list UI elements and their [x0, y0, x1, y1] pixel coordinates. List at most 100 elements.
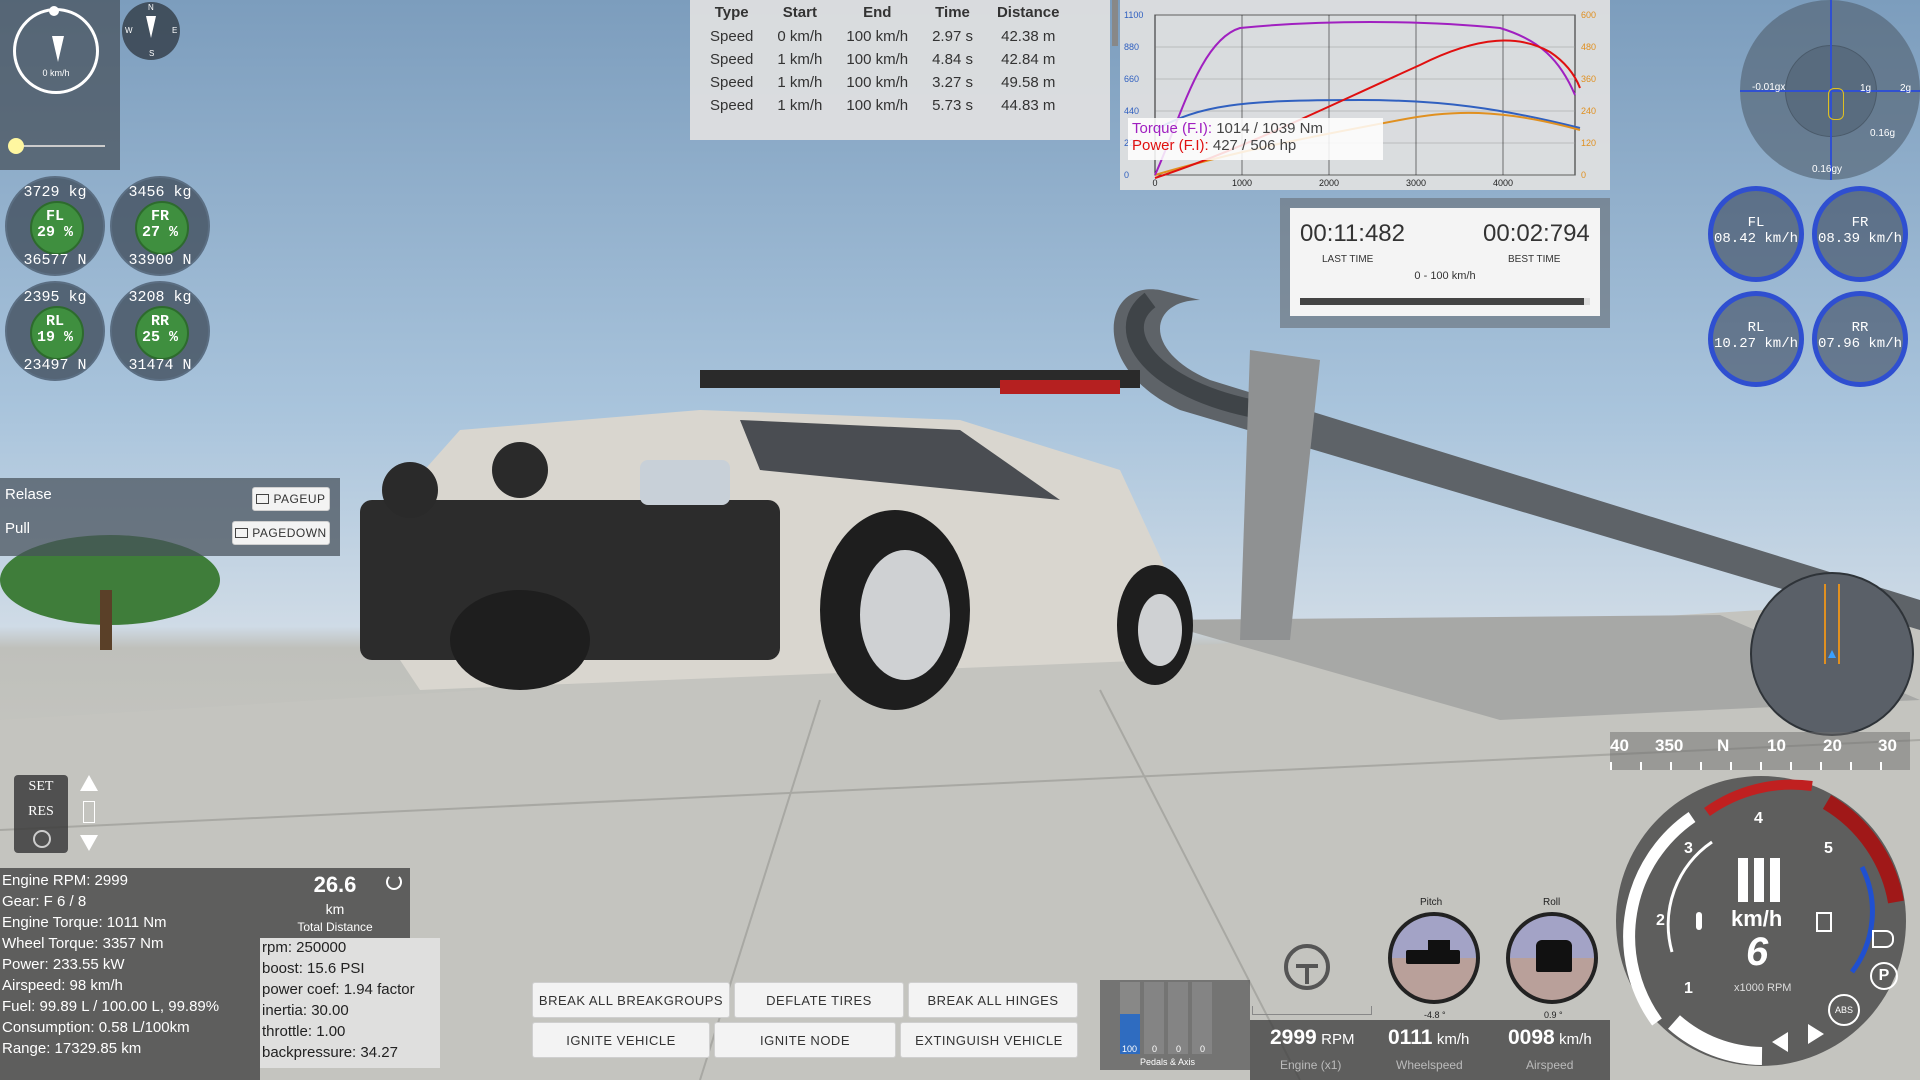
- info-line: Range: 17329.85 km: [2, 1040, 142, 1057]
- cell: 100 km/h: [846, 74, 909, 91]
- x-tick-label: 2000: [1319, 178, 1339, 188]
- info-line: Airspeed: 98 km/h: [2, 977, 123, 994]
- turn-right-icon: [1808, 1024, 1824, 1044]
- airspeed-unit: km/h: [1559, 1031, 1592, 1048]
- cruise-control: SET RES: [14, 775, 102, 853]
- compass-needle-icon: [146, 16, 156, 38]
- wheelspeed-label: Wheelspeed: [1396, 1058, 1463, 1072]
- pagedown-key-button[interactable]: PAGEDOWN: [232, 521, 330, 545]
- pitch-indicator: [1388, 912, 1480, 1004]
- gforce-meter: -0.01gx 1g 2g 0.16g 0.16gy: [1740, 0, 1920, 180]
- wheelspeed-value: 07.96 km/h: [1817, 336, 1902, 352]
- timer-mode: 0 - 100 km/h: [1414, 270, 1476, 282]
- tacho-tick: 4: [1754, 810, 1763, 827]
- break-all-breakgroups-button[interactable]: BREAK ALL BREAKGROUPS: [532, 982, 730, 1018]
- gforce-y1-label: 0.16g: [1870, 128, 1896, 139]
- fuel-icon: [1816, 912, 1832, 932]
- headlight-icon[interactable]: [1872, 930, 1894, 948]
- gforce-x-label: -0.01gx: [1752, 82, 1786, 93]
- cell: 49.58 m: [1001, 74, 1056, 91]
- keyboard-icon: [256, 494, 270, 504]
- winch-panel: Relase PAGEUP Pull PAGEDOWN: [0, 478, 340, 556]
- rpm-unit: RPM: [1321, 1031, 1355, 1048]
- abs-icon[interactable]: ABS: [1828, 994, 1860, 1026]
- turn-left-icon: [1772, 1032, 1788, 1052]
- cruise-up-icon[interactable]: [80, 775, 98, 791]
- wheelspeed-readout: 0111 km/h: [1388, 1026, 1469, 1050]
- col-end: End: [863, 4, 892, 21]
- wheel-id: RR: [150, 313, 169, 330]
- cell: 5.73 s: [932, 97, 973, 114]
- cruise-down-icon[interactable]: [80, 835, 98, 851]
- reset-icon[interactable]: [386, 874, 402, 890]
- cruise-bar-icon: [83, 801, 95, 823]
- roll-label: Roll: [1543, 897, 1561, 908]
- airspeed-label: Airspeed: [1526, 1058, 1574, 1072]
- parking-brake-icon[interactable]: P: [1870, 962, 1898, 990]
- cruise-gauge-icon[interactable]: [33, 830, 51, 848]
- throttle-slider[interactable]: [8, 138, 105, 154]
- mini-compass: N S E W: [122, 2, 180, 60]
- deflate-tires-button[interactable]: DEFLATE TIRES: [734, 982, 904, 1018]
- pedal-value: 100: [1122, 1044, 1138, 1054]
- x-tick-label: 3000: [1406, 178, 1426, 188]
- game-viewport[interactable]: 0 km/h N S E W 3729 kg FL 29 % 36577 N 3…: [0, 0, 1920, 1080]
- wheelspeed-rl: RL 10.27 km/h: [1708, 291, 1804, 387]
- cell: 1 km/h: [777, 51, 823, 68]
- gear-indicator: 6: [1746, 930, 1769, 974]
- cell: 4.84 s: [932, 51, 973, 68]
- left-tick-label: 440: [1124, 106, 1139, 116]
- heading-needle-icon: [52, 36, 64, 62]
- cruise-res-button[interactable]: RES: [14, 804, 68, 820]
- wheelspeed-id: RR: [1851, 320, 1869, 336]
- turbo-line: inertia: 30.00: [262, 1002, 349, 1019]
- wheel-force: 23497 N: [23, 357, 87, 374]
- cruise-set-button[interactable]: SET: [14, 779, 68, 795]
- pedals-panel: 100 0 0 0 Pedals & Axis: [1100, 980, 1250, 1070]
- gforce-trace-icon: [1828, 88, 1844, 120]
- last-time-value: 00:11:482: [1300, 220, 1405, 247]
- airspeed-readout: 0098 km/h: [1508, 1026, 1592, 1050]
- gforce-right-label: 2g: [1900, 83, 1912, 94]
- cell: 42.38 m: [1001, 28, 1056, 45]
- table-scrollbar[interactable]: [1112, 0, 1118, 46]
- power-value: 427 / 506 hp: [1212, 137, 1297, 154]
- pull-label: Pull: [5, 520, 31, 537]
- cell: Speed: [710, 51, 754, 68]
- wheel-pct: 25 %: [141, 329, 178, 346]
- airspeed-value: 0098: [1508, 1026, 1555, 1049]
- info-line: Fuel: 99.89 L / 100.00 L, 99.89%: [2, 998, 220, 1015]
- wheelspeed-id: RL: [1747, 320, 1765, 336]
- cell: 1 km/h: [777, 74, 823, 91]
- ignite-node-button[interactable]: IGNITE NODE: [714, 1022, 896, 1058]
- wheel-id: RL: [45, 313, 64, 330]
- col-start: Start: [782, 4, 817, 21]
- wheel-load-fr: 3456 kg FR 27 % 33900 N: [110, 176, 210, 276]
- best-time-label: BEST TIME: [1508, 254, 1561, 265]
- keyboard-icon: [235, 528, 249, 538]
- pitch-value: -4.8 °: [1424, 1010, 1446, 1020]
- slider-knob[interactable]: [8, 138, 24, 154]
- cell: Speed: [710, 28, 754, 45]
- pageup-key-button[interactable]: PAGEUP: [252, 487, 330, 511]
- wheel-force: 31474 N: [128, 357, 192, 374]
- torque-chart: 1100600880480660360440240220120000100020…: [1124, 10, 1596, 188]
- tacho-unit: km/h: [1731, 906, 1783, 931]
- extinguish-vehicle-button[interactable]: EXTINGUISH VEHICLE: [900, 1022, 1078, 1058]
- heading-tape: 40 350 N 10 20 30: [1610, 732, 1910, 770]
- torque-value: 1014 / 1039 Nm: [1216, 120, 1323, 137]
- pageup-key-label: PAGEUP: [273, 492, 326, 506]
- rpm-label: Engine (x1): [1280, 1058, 1342, 1072]
- x-tick-label: 4000: [1493, 178, 1513, 188]
- break-all-hinges-button[interactable]: BREAK ALL HINGES: [908, 982, 1078, 1018]
- col-time: Time: [935, 4, 970, 21]
- info-line: Consumption: 0.58 L/100km: [2, 1019, 190, 1036]
- heading-tick: 10: [1767, 736, 1786, 755]
- left-tick-label: 660: [1124, 74, 1139, 84]
- minimap[interactable]: [1750, 572, 1914, 736]
- wheelspeed-rr: RR 07.96 km/h: [1812, 291, 1908, 387]
- cell: 1 km/h: [777, 97, 823, 114]
- ignite-vehicle-button[interactable]: IGNITE VEHICLE: [532, 1022, 710, 1058]
- torque-chart-panel: 1100600880480660360440240220120000100020…: [1120, 0, 1610, 190]
- table-row: Speed 1 km/h 100 km/h 3.27 s 49.58 m: [698, 71, 1072, 94]
